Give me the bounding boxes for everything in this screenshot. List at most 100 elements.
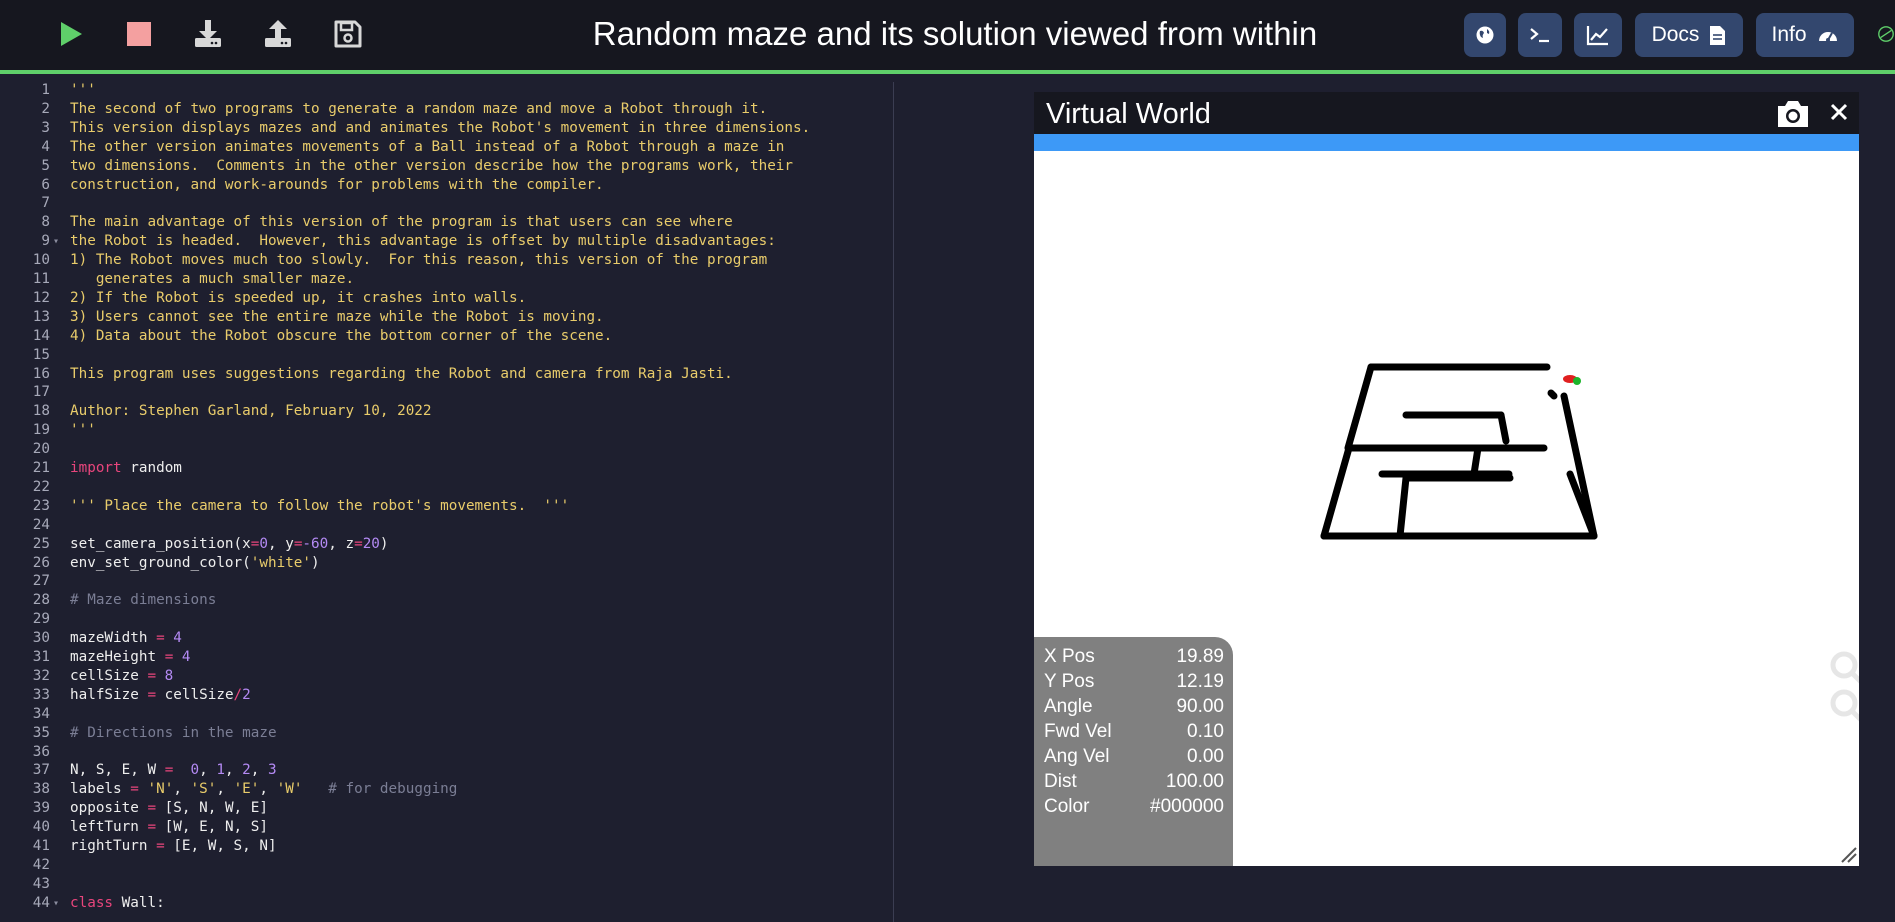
code-editor[interactable]: 1 ''' 2 The second of two programs to gener… [0, 74, 893, 922]
code-line[interactable]: 15 [0, 346, 893, 365]
code-line[interactable]: 12 2) If the Robot is speeded up, it cras… [0, 289, 893, 308]
line-number: 2 [41, 100, 50, 117]
code-line[interactable]: 20 [0, 440, 893, 459]
run-button[interactable] [48, 12, 92, 56]
zoom-controls[interactable] [1830, 651, 1859, 722]
virtual-world-toolbar-strip [1034, 134, 1859, 151]
upload-button[interactable] [256, 12, 300, 56]
line-number: 24 [32, 516, 50, 533]
code-line[interactable]: 35 # Directions in the maze [0, 724, 893, 743]
code-line[interactable]: 4 The other version animates movements of… [0, 138, 893, 157]
code-text: labels = 'N', 'S', 'E', 'W' # for debugg… [70, 781, 458, 798]
code-line[interactable]: 31 mazeHeight = 4 [0, 648, 893, 667]
code-line[interactable]: 9 ▾ the Robot is headed. However, this adv… [0, 232, 893, 251]
logo-icon [1878, 26, 1894, 42]
docs-button[interactable]: Docs [1635, 13, 1743, 57]
code-line[interactable]: 43 [0, 875, 893, 894]
code-line[interactable]: 18 Author: Stephen Garland, February 10, … [0, 402, 893, 421]
code-line[interactable]: 29 [0, 610, 893, 629]
code-line[interactable]: 1 ''' [0, 81, 893, 100]
code-line[interactable]: 16 This program uses suggestions regardin… [0, 365, 893, 384]
code-line[interactable]: 40 leftTurn = [W, E, N, S] [0, 818, 893, 837]
code-line[interactable]: 21 import random [0, 459, 893, 478]
world-view-button[interactable] [1464, 13, 1506, 57]
code-line[interactable]: 28 # Maze dimensions [0, 591, 893, 610]
code-line[interactable]: 41 rightTurn = [E, W, S, N] [0, 837, 893, 856]
code-line[interactable]: 5 two dimensions. Comments in the other v… [0, 157, 893, 176]
document-icon [1710, 25, 1726, 45]
terminal-icon [1530, 28, 1549, 43]
code-line[interactable]: 7 [0, 194, 893, 213]
code-line[interactable]: 26 env_set_ground_color('white') [0, 554, 893, 573]
code-line[interactable]: 44 ▾ class Wall: [0, 894, 893, 913]
code-line[interactable]: 10 1) The Robot moves much too slowly. Fo… [0, 251, 893, 270]
chart-icon [1586, 26, 1608, 46]
info-button[interactable]: Info [1756, 13, 1854, 57]
pane-divider[interactable] [893, 82, 894, 922]
line-number: 28 [32, 592, 50, 609]
code-line[interactable]: 19 ''' [0, 421, 893, 440]
hud-label: Dist [1044, 771, 1077, 792]
code-line[interactable]: 2 The second of two programs to generate … [0, 100, 893, 119]
line-number: 21 [32, 460, 50, 476]
fold-arrow-icon[interactable]: ▾ [53, 232, 59, 251]
top-toolbar: Random maze and its solution viewed from… [0, 0, 1895, 70]
code-line[interactable]: 6 construction, and work-arounds for prob… [0, 176, 893, 195]
code-line[interactable]: 14 4) Data about the Robot obscure the bo… [0, 327, 893, 346]
dashboard-icon [1818, 32, 1837, 42]
docs-label: Docs [1651, 23, 1700, 46]
code-line[interactable]: 33 halfSize = cellSize/2 [0, 686, 893, 705]
virtual-world-header[interactable]: Virtual World [1034, 92, 1859, 134]
code-line[interactable]: 30 mazeWidth = 4 [0, 629, 893, 648]
line-number: 31 [32, 649, 50, 665]
save-button[interactable] [326, 12, 370, 56]
code-line[interactable]: 22 [0, 478, 893, 497]
zoom-in-icon[interactable] [1830, 651, 1858, 679]
code-line[interactable]: 23 ''' Place the camera to follow the rob… [0, 497, 893, 516]
hud-label: Color [1044, 796, 1090, 817]
code-line[interactable]: 27 [0, 572, 893, 591]
code-text: mazeWidth = 4 [70, 630, 182, 647]
line-number: 14 [32, 327, 50, 344]
code-line[interactable]: 24 [0, 516, 893, 535]
resize-handle[interactable] [1841, 847, 1857, 863]
code-line[interactable]: 25 set_camera_position(x=0, y=-60, z=20) [0, 535, 893, 554]
code-text: construction, and work-arounds for probl… [70, 176, 604, 193]
code-line[interactable]: 11 generates a much smaller maze. [0, 270, 893, 289]
fold-arrow-icon[interactable]: ▾ [53, 894, 59, 913]
code-line[interactable]: 42 [0, 856, 893, 875]
stop-icon [127, 22, 151, 46]
hud-row: X Pos 19.89 [1044, 643, 1224, 671]
globe-icon [1476, 26, 1494, 44]
virtual-world-title: Virtual World [1046, 98, 1211, 130]
hud-label: Angle [1044, 696, 1093, 717]
zoom-out-icon[interactable] [1830, 689, 1858, 717]
code-line[interactable]: 3 This version displays mazes and and ani… [0, 119, 893, 138]
code-line[interactable]: 8 The main advantage of this version of t… [0, 213, 893, 232]
terminal-button[interactable] [1518, 13, 1562, 57]
download-button[interactable] [186, 12, 230, 56]
code-line[interactable]: 39 opposite = [S, N, W, E] [0, 799, 893, 818]
camera-icon[interactable] [1775, 98, 1811, 130]
code-line[interactable]: 13 3) Users cannot see the entire maze wh… [0, 308, 893, 327]
code-line[interactable]: 36 [0, 743, 893, 762]
chart-button[interactable] [1574, 13, 1622, 57]
line-number: 27 [32, 573, 50, 590]
stop-button[interactable] [117, 12, 161, 56]
code-text: 1) The Robot moves much too slowly. For … [70, 252, 768, 269]
line-number: 7 [41, 195, 50, 212]
code-line[interactable]: 17 [0, 383, 893, 402]
hud-label: Ang Vel [1044, 746, 1110, 767]
line-number: 41 [32, 838, 50, 854]
code-text: ''' Place the camera to follow the robot… [70, 497, 570, 514]
close-icon[interactable] [1829, 102, 1849, 122]
code-line[interactable]: 38 labels = 'N', 'S', 'E', 'W' # for debu… [0, 780, 893, 799]
line-number: 1 [41, 82, 50, 98]
upload-icon [265, 20, 291, 47]
code-text: cellSize = 8 [70, 667, 174, 684]
code-line[interactable]: 37 N, S, E, W = 0, 1, 2, 3 [0, 761, 893, 780]
code-text: The main advantage of this version of th… [70, 214, 733, 231]
code-line[interactable]: 34 [0, 705, 893, 724]
code-line[interactable]: 32 cellSize = 8 [0, 667, 893, 686]
code-text: ''' [70, 82, 96, 98]
